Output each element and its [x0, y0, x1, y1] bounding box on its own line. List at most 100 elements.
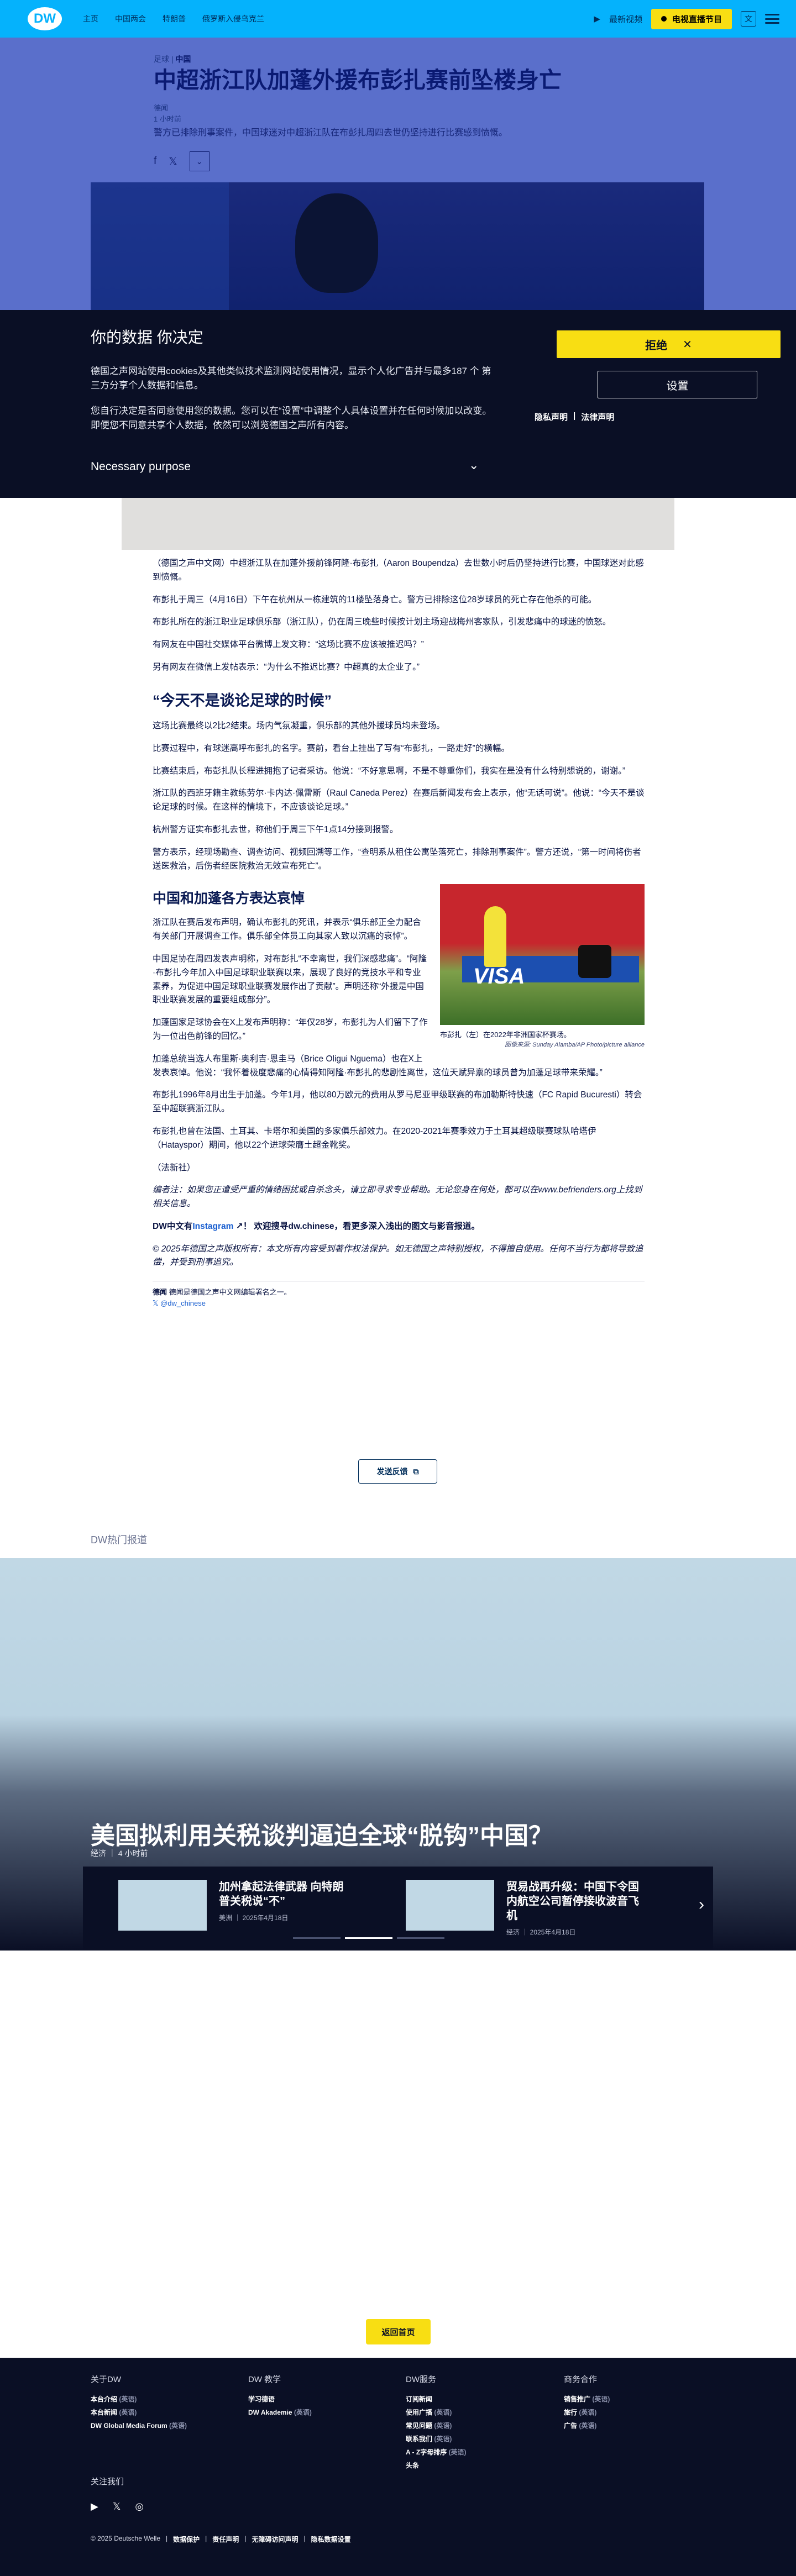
- article-teaser: 警方已排除刑事案件，中国球迷对中超浙江队在布彭扎周四去世仍坚持进行比赛感到愤慨。: [154, 128, 508, 138]
- paragraph: 布彭扎1996年8月出生于加蓬。今年1月，他以80万欧元的费用从罗马尼亚甲级联赛…: [153, 1090, 642, 1114]
- carousel-indicator: [293, 1937, 444, 1939]
- breadcrumb: 足球 | 中国: [154, 55, 191, 64]
- back-to-home-button[interactable]: 返回首页: [366, 2319, 431, 2344]
- footer-link[interactable]: 本台介绍 (英语): [91, 2393, 234, 2406]
- legal-link[interactable]: 无障碍访问声明: [252, 2535, 298, 2544]
- footer-link[interactable]: 头条: [406, 2459, 549, 2472]
- ig-suffix: ！ 欢迎搜寻dw.chinese，看更多深入浅出的图文与影音报道。: [243, 1221, 480, 1231]
- footer-link[interactable]: 学习德语: [248, 2393, 392, 2406]
- more-share-icon[interactable]: ⌄: [189, 151, 210, 171]
- instagram-icon[interactable]: ◎: [135, 2501, 144, 2512]
- paragraph: 布彭扎也曾在法国、土耳其、卡塔尔和美国的多家俱乐部效力。在2020-2021年赛…: [153, 1126, 596, 1150]
- nav-item-ukraine[interactable]: 俄罗斯入侵乌克兰: [202, 11, 264, 27]
- top-story-meta: 经济 ｜ 4 小时前: [91, 1849, 148, 1858]
- carousel-card[interactable]: 贸易战再升级：中国下令国内航空公司暂停接收波音飞机 经济 ｜ 2025年4月18日: [406, 1880, 639, 1937]
- footer-col-title: 商务合作: [564, 2375, 598, 2384]
- legal-link[interactable]: 数据保护: [173, 2535, 200, 2544]
- dw-logo[interactable]: DW: [28, 7, 62, 30]
- paragraph: 这场比赛最终以2比2结束。场内气氛凝重，俱乐部的其他外援球员均未登场。: [153, 721, 445, 730]
- breadcrumb-region[interactable]: 中国: [175, 55, 191, 64]
- breadcrumb-tag[interactable]: 足球: [154, 55, 169, 64]
- article-figure[interactable]: VISA 布彭扎（左）在2022年非洲国家杯赛场。 图像来源: Sunday A…: [440, 884, 645, 1050]
- x-icon[interactable]: 𝕏: [113, 2501, 121, 2512]
- card-thumbnail: [406, 1880, 494, 1931]
- footer-link[interactable]: 使用广播 (英语): [406, 2406, 549, 2419]
- chevron-down-icon[interactable]: ⌄: [469, 458, 479, 472]
- card-title: 贸易战再升级：中国下令国内航空公司暂停接收波音飞机: [506, 1881, 639, 1922]
- footer-link[interactable]: A - Z字母排序 (英语): [406, 2446, 549, 2459]
- ig-prefix: DW中文有: [153, 1221, 193, 1231]
- article-body: （德国之声中文网）中超浙江队在加蓬外援前锋阿隆·布彭扎（Aaron Boupen…: [153, 557, 645, 1308]
- live-tv-label: 电视直播节目: [672, 14, 722, 24]
- paragraph: 警方表示，经现场勘查、调查访问、视频回溯等工作，“查明系从租住公寓坠落死亡，排除…: [153, 847, 641, 871]
- footer-link[interactable]: 广告 (英语): [564, 2419, 708, 2432]
- legal-links: © 2025 Deutsche Welle | 数据保护 | 责任声明 | 无障碍访问…: [91, 2535, 351, 2544]
- story-carousel: 加州拿起法律武器 向特朗普关税说“不” 美洲 ｜ 2025年4月18日 贸易战再升…: [83, 1867, 713, 1951]
- youtube-icon[interactable]: ▶: [91, 2501, 98, 2512]
- main-nav: 主页 中国两会 特朗普 俄罗斯入侵乌克兰: [83, 11, 264, 27]
- share-bar: f 𝕏 ⌄: [154, 151, 210, 171]
- paragraph: 布彭扎所在的浙江职业足球俱乐部（浙江队），仍在周三晚些时候按计划主场迎战梅州客家…: [153, 617, 611, 627]
- footer-link[interactable]: DW Global Media Forum (英语): [91, 2419, 234, 2432]
- header-actions: ▶ 最新视频 电视直播节目 文: [594, 8, 779, 29]
- reject-button[interactable]: 拒绝 ✕: [557, 330, 781, 358]
- source-note: （法新社）: [153, 1163, 196, 1173]
- footer-link[interactable]: 联系我们 (英语): [406, 2432, 549, 2446]
- card-meta: 美洲 ｜ 2025年4月18日: [219, 1914, 289, 1922]
- author-name[interactable]: 德闻: [153, 1288, 167, 1296]
- footer-col-title: DW服务: [406, 2375, 436, 2384]
- settings-button[interactable]: 设置: [598, 371, 757, 398]
- hero-image: [91, 182, 704, 310]
- send-feedback-button[interactable]: 发送反馈 ⧉: [358, 1459, 437, 1484]
- legal-link[interactable]: 隐私数据设置: [311, 2535, 351, 2544]
- latest-video-link[interactable]: 最新视频: [609, 13, 642, 25]
- live-tv-button[interactable]: 电视直播节目: [651, 8, 732, 29]
- video-icon: ▶: [594, 14, 600, 24]
- paragraph: 比赛结束后，布彭扎队长程进拥抱了记者采访。他说：“不好意思啊，不是不尊重你们，我…: [153, 766, 626, 776]
- footer-col-learn: DW 教学 学习德语 DW Akademie (英语): [248, 2372, 392, 2419]
- article-time: 1 小时前: [154, 114, 181, 123]
- author-link[interactable]: 德闻: [154, 103, 181, 114]
- cookie-consent-banner: 你的数据 你决定 德国之声网站使用cookies及其他类似技术监测网站使用情况，…: [0, 310, 796, 498]
- card-title: 加州拿起法律武器 向特朗普关税说“不”: [219, 1881, 344, 1907]
- author-twitter-link[interactable]: @dw_chinese: [160, 1299, 206, 1307]
- footer-link[interactable]: 销售推广 (英语): [564, 2393, 708, 2406]
- footer-link[interactable]: 常见问题 (英语): [406, 2419, 549, 2432]
- footer-link[interactable]: 本台新闻 (英语): [91, 2406, 234, 2419]
- reject-label: 拒绝: [645, 339, 668, 352]
- menu-icon[interactable]: [765, 14, 779, 24]
- nav-item-china-two-sessions[interactable]: 中国两会: [115, 11, 146, 27]
- consent-title: 你的数据 你决定: [91, 329, 203, 346]
- nav-item-trump[interactable]: 特朗普: [163, 11, 186, 27]
- language-icon[interactable]: 文: [741, 11, 756, 27]
- legal-link[interactable]: 责任声明: [212, 2535, 239, 2544]
- footer-link[interactable]: 旅行 (英语): [564, 2406, 708, 2419]
- figure-image[interactable]: VISA: [440, 884, 645, 1026]
- footer-col-title: DW 教学: [248, 2375, 281, 2384]
- follow-us-label: 关注我们: [91, 2477, 124, 2486]
- privacy-link[interactable]: 隐私声明: [535, 411, 568, 423]
- footer-link[interactable]: 订阅新闻: [406, 2393, 549, 2406]
- paragraph: 比赛过程中，有球迷高呼布彭扎的名字。赛前，看台上挂出了写有“布彭扎，一路走好”的…: [153, 743, 510, 753]
- facebook-icon[interactable]: f: [154, 155, 156, 167]
- nav-item-home[interactable]: 主页: [83, 11, 98, 27]
- x-icon[interactable]: 𝕏: [169, 155, 177, 168]
- top-story-title[interactable]: 美国拟利用关税谈判逼迫全球“脱钩”中国？: [91, 1816, 553, 1851]
- article-byline: 德闻 1 小时前: [154, 103, 181, 124]
- paragraph: （德国之声中文网）中超浙江队在加蓬外援前锋阿隆·布彭扎（Aaron Boupen…: [153, 559, 644, 582]
- footer-link[interactable]: DW Akademie (英语): [248, 2406, 392, 2419]
- paragraph: 杭州警方证实布彭扎去世，称他们于周三下午1点14分接到报警。: [153, 824, 399, 834]
- feedback-label: 发送反馈: [376, 1467, 408, 1476]
- external-link-icon: ↗: [233, 1221, 243, 1231]
- instagram-link[interactable]: Instagram: [192, 1222, 233, 1231]
- footer-col-about: 关于DW 本台介绍 (英语) 本台新闻 (英语) DW Global Media…: [91, 2372, 234, 2432]
- figure-caption: 布彭扎（左）在2022年非洲国家杯赛场。: [440, 1031, 571, 1039]
- footer: 关于DW 本台介绍 (英语) 本台新闻 (英语) DW Global Media…: [0, 2358, 796, 2576]
- footer-col-title: 关于DW: [91, 2375, 121, 2384]
- chevron-right-icon[interactable]: ›: [699, 1895, 704, 1914]
- footer-col-services: DW服务 订阅新闻 使用广播 (英语) 常见问题 (英语) 联系我们 (英语) …: [406, 2372, 549, 2472]
- necessary-purpose-toggle[interactable]: Necessary purpose: [91, 460, 191, 474]
- live-dot-icon: [661, 16, 667, 22]
- legal-link[interactable]: 法律声明: [581, 411, 614, 423]
- carousel-card[interactable]: 加州拿起法律武器 向特朗普关税说“不” 美洲 ｜ 2025年4月18日: [118, 1880, 352, 1931]
